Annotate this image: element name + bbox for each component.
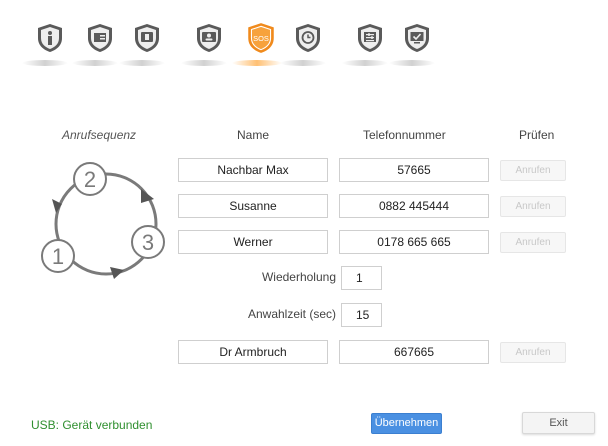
toolbar-shadow — [181, 60, 227, 66]
contact-1-name-field[interactable]: Nachbar Max — [178, 158, 328, 182]
toolbar-shadow — [342, 60, 388, 66]
info-icon[interactable] — [36, 22, 64, 54]
sos-label: SOS — [253, 34, 269, 43]
contact-2-name-field[interactable]: Susanne — [178, 194, 328, 218]
call-sequence-diagram: 2 3 1 — [41, 162, 165, 279]
contact-2-call-button[interactable]: Anrufen — [500, 196, 566, 217]
column-header-phone: Telefonnummer — [363, 128, 446, 142]
repeat-input[interactable]: 1 — [341, 266, 382, 290]
extra-contact-name-field[interactable]: Dr Armbruch — [178, 340, 328, 364]
sos-icon[interactable]: SOS — [246, 21, 276, 55]
contact-3-call-button[interactable]: Anrufen — [500, 232, 566, 253]
usb-status: USB: Gerät verbunden — [31, 418, 153, 432]
sequence-arrow — [110, 267, 124, 279]
screen-check-icon[interactable] — [403, 22, 431, 54]
sequence-title: Anrufsequenz — [62, 128, 137, 142]
phone-book-icon[interactable] — [133, 22, 161, 54]
toolbar: SOS — [0, 0, 608, 75]
contact-3-name-field[interactable]: Werner — [178, 230, 328, 254]
sequence-step-1: 1 — [41, 239, 75, 273]
exit-button[interactable]: Exit — [522, 412, 595, 434]
repeat-label: Wiederholung — [261, 270, 336, 284]
svg-text:2: 2 — [84, 167, 96, 192]
apply-button[interactable]: Übernehmen — [371, 413, 442, 434]
contact-1-call-button[interactable]: Anrufen — [500, 160, 566, 181]
contact-3-phone-field[interactable]: 0178 665 665 — [339, 230, 489, 254]
dial-time-input[interactable]: 15 — [341, 303, 382, 327]
contact-1-phone-field[interactable]: 57665 — [339, 158, 489, 182]
extra-contact-call-button[interactable]: Anrufen — [500, 342, 566, 363]
extra-contact-phone-field[interactable]: 667665 — [339, 340, 489, 364]
toolbar-shadow — [22, 60, 68, 66]
sequence-arrow — [141, 189, 154, 203]
toolbar-shadow — [72, 60, 118, 66]
sequence-step-2: 2 — [73, 162, 107, 196]
sequence-step-3: 3 — [131, 225, 165, 259]
alarm-clock-icon[interactable] — [294, 22, 322, 54]
svg-text:3: 3 — [142, 230, 154, 255]
toolbar-shadow-active — [232, 60, 282, 66]
toolbar-shadow — [389, 60, 435, 66]
toolbar-shadow — [280, 60, 326, 66]
column-header-name: Name — [237, 128, 270, 142]
contact-card-icon[interactable] — [86, 22, 114, 54]
column-header-check: Prüfen — [519, 128, 555, 142]
dial-time-label: Anwahlzeit (sec) — [247, 307, 336, 321]
contacts-icon[interactable] — [195, 22, 223, 54]
toolbar-shadow — [119, 60, 165, 66]
svg-text:1: 1 — [52, 244, 64, 269]
settings-sliders-icon[interactable] — [356, 22, 384, 54]
contact-2-phone-field[interactable]: 0882 445444 — [339, 194, 489, 218]
